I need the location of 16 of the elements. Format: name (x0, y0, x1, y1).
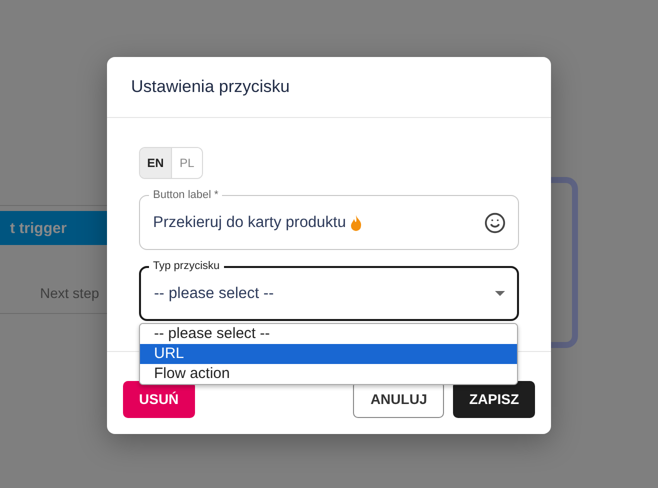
language-tab[interactable]: EN (140, 148, 171, 178)
field-label: Button label * (149, 189, 222, 201)
save-button[interactable]: ZAPISZ (453, 380, 535, 418)
option-item[interactable]: Flow action (140, 364, 517, 384)
next-step-label: Next step (40, 285, 100, 301)
field-label: Typ przycisku (149, 260, 224, 272)
emoji-icon[interactable] (484, 212, 506, 234)
dialog-title: Ustawienia przycisku (131, 77, 290, 97)
language-tab[interactable]: PL (171, 148, 202, 178)
delete-button[interactable]: USUŃ (123, 380, 195, 418)
option-item[interactable]: -- please select -- (140, 324, 517, 344)
dropdown-caret-icon (495, 291, 505, 296)
option-item[interactable]: URL (140, 344, 517, 364)
select-value: -- please select -- (154, 284, 274, 302)
field-value: Przekieruj do karty produktu (153, 214, 346, 232)
flame-icon (350, 214, 362, 230)
